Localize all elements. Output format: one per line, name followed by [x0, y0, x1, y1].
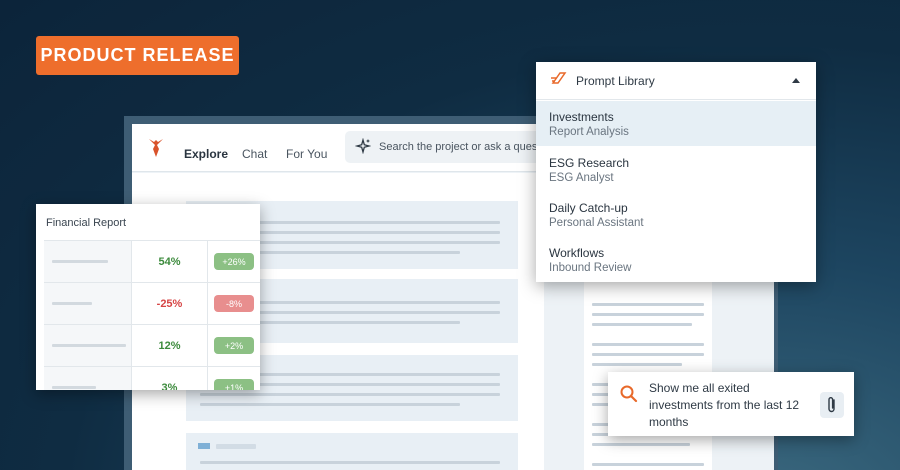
paperclip-icon [828, 397, 835, 413]
prompt-item-subtitle: Personal Assistant [549, 217, 644, 229]
prompt-item-title: Daily Catch-up [549, 201, 628, 215]
change-badge: -8% [214, 295, 254, 312]
caret-up-icon[interactable] [792, 78, 800, 83]
prompt-item-workflows[interactable]: Workflows Inbound Review [536, 237, 816, 282]
change-badge: +26% [214, 253, 254, 270]
prompt-item-daily-catch-up[interactable]: Daily Catch-up Personal Assistant [536, 192, 816, 237]
sparkle-icon [354, 137, 372, 157]
prompt-item-subtitle: ESG Analyst [549, 172, 614, 184]
table-row[interactable]: 54% +26% [44, 240, 260, 282]
attachment-button[interactable] [820, 392, 844, 418]
brand-logo-icon[interactable] [146, 137, 166, 164]
search-placeholder: Search the project or ask a question [379, 141, 556, 153]
prompt-library-header[interactable]: Prompt Library [536, 62, 816, 100]
prompt-library-title: Prompt Library [576, 73, 655, 88]
table-row[interactable]: -25% -8% [44, 282, 260, 324]
tab-chat[interactable]: Chat [242, 147, 267, 161]
table-row[interactable]: 12% +2% [44, 324, 260, 366]
prompt-item-subtitle: Report Analysis [549, 126, 629, 138]
prompt-library-icon [550, 70, 568, 91]
metric-value: 12% [132, 325, 208, 366]
prompt-library-dropdown: Prompt Library Investments Report Analys… [536, 62, 816, 282]
prompt-item-investments[interactable]: Investments Report Analysis [536, 101, 816, 146]
metric-value: 3% [132, 367, 208, 390]
prompt-item-title: ESG Research [549, 156, 630, 170]
product-release-badge: PRODUCT RELEASE [36, 36, 239, 75]
query-text[interactable]: Show me all exited investments from the … [649, 380, 807, 431]
change-badge: +1% [214, 379, 254, 390]
prompt-item-title: Investments [549, 110, 614, 124]
metric-value: 54% [132, 241, 208, 282]
prompt-item-esg-research[interactable]: ESG Research ESG Analyst [536, 147, 816, 192]
change-badge: +2% [214, 337, 254, 354]
prompt-item-subtitle: Inbound Review [549, 262, 632, 274]
financial-report-title: Financial Report [46, 217, 127, 229]
tab-for-you[interactable]: For You [286, 147, 327, 161]
metric-value: -25% [132, 283, 208, 324]
query-input-box[interactable]: Show me all exited investments from the … [608, 372, 854, 436]
prompt-item-title: Workflows [549, 246, 605, 260]
tab-explore[interactable]: Explore [184, 147, 228, 161]
table-row[interactable]: 3% +1% [44, 366, 260, 390]
financial-report-table: 54% +26% -25% -8% 12% +2% 3% +1% [44, 240, 260, 390]
financial-report-card: Financial Report 54% +26% -25% -8% 12% +… [36, 204, 260, 390]
document-card[interactable] [186, 433, 518, 470]
search-icon [619, 384, 639, 409]
